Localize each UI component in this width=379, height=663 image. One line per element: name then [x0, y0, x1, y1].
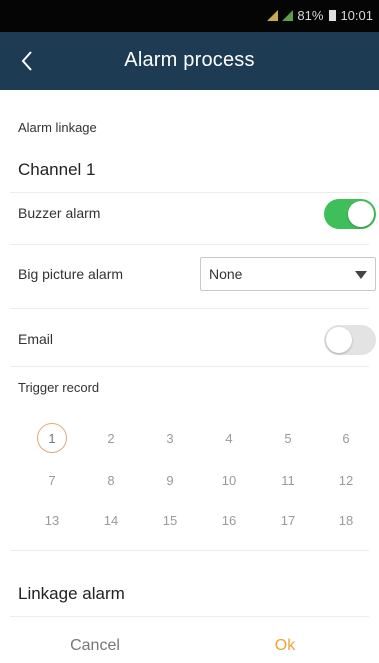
channel-checkbox-8[interactable]: 8	[96, 465, 126, 495]
channel-checkbox-4[interactable]: 4	[214, 423, 244, 453]
dialog-footer: Cancel Ok	[0, 628, 379, 662]
alarm-linkage-label: Alarm linkage	[18, 120, 97, 135]
divider	[10, 550, 369, 551]
channel-checkbox-13[interactable]: 13	[37, 505, 67, 535]
buzzer-alarm-toggle[interactable]	[324, 199, 376, 229]
page-title: Alarm process	[124, 49, 255, 71]
linkage-alarm-item[interactable]: Linkage alarm	[18, 584, 379, 604]
channel-checkbox-5[interactable]: 5	[273, 423, 303, 453]
signal-strength-icon	[282, 10, 294, 21]
channel-name: Channel 1	[18, 160, 96, 179]
ok-button[interactable]: Ok	[190, 628, 379, 662]
divider	[10, 616, 369, 617]
select-value: None	[209, 266, 243, 282]
divider	[10, 192, 369, 193]
channel-checkbox-11[interactable]: 11	[273, 465, 303, 495]
channel-checkbox-9[interactable]: 9	[155, 465, 185, 495]
channel-checkbox-14[interactable]: 14	[96, 505, 126, 535]
big-picture-alarm-select[interactable]: None	[200, 257, 376, 291]
battery-icon	[329, 10, 337, 21]
channel-checkbox-15[interactable]: 15	[155, 505, 185, 535]
trigger-record-label: Trigger record	[18, 380, 100, 395]
divider	[10, 308, 369, 309]
channel-checkbox-16[interactable]: 16	[214, 505, 244, 535]
email-toggle[interactable]	[324, 325, 376, 355]
signal-icon	[267, 10, 279, 21]
channel-checkbox-17[interactable]: 17	[273, 505, 303, 535]
app-bar: Alarm process	[0, 32, 379, 90]
channel-checkbox-18[interactable]: 18	[331, 505, 361, 535]
channel-checkbox-3[interactable]: 3	[155, 423, 185, 453]
cancel-button[interactable]: Cancel	[0, 628, 190, 662]
clock: 10:01	[340, 8, 373, 23]
channel-checkbox-12[interactable]: 12	[331, 465, 361, 495]
divider	[10, 366, 369, 367]
status-bar: 81% 10:01	[0, 0, 379, 32]
toggle-knob	[348, 201, 374, 227]
channel-checkbox-7[interactable]: 7	[37, 465, 67, 495]
channel-checkbox-1[interactable]: 1	[37, 423, 67, 453]
chevron-down-icon	[355, 271, 367, 279]
channel-checkbox-2[interactable]: 2	[96, 423, 126, 453]
battery-level: 81%	[297, 8, 324, 23]
channel-checkbox-6[interactable]: 6	[331, 423, 361, 453]
channel-checkbox-10[interactable]: 10	[214, 465, 244, 495]
toggle-knob	[326, 327, 352, 353]
divider	[10, 244, 369, 245]
